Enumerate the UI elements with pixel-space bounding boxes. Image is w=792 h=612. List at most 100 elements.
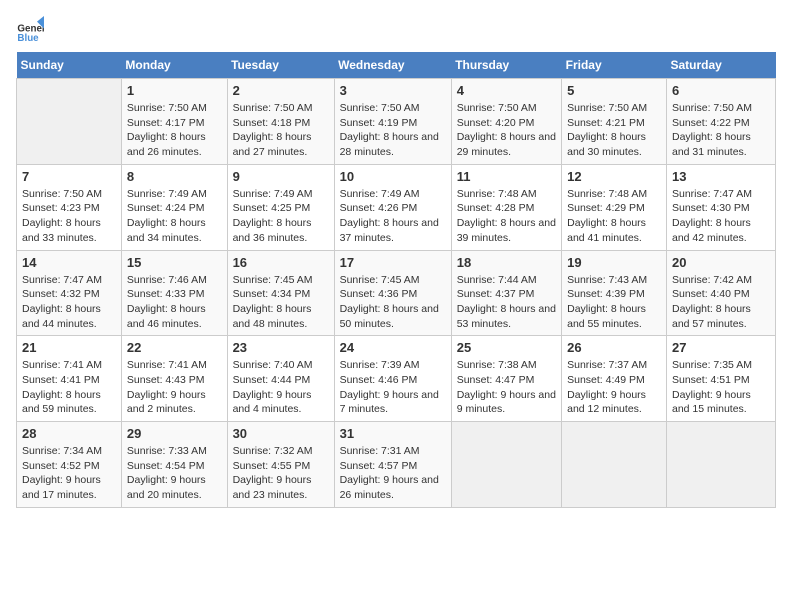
calendar-cell: 4 Sunrise: 7:50 AM Sunset: 4:20 PM Dayli…: [451, 79, 561, 165]
day-info: Sunrise: 7:49 AM Sunset: 4:25 PM Dayligh…: [233, 187, 329, 246]
sunrise-text: Sunrise: 7:50 AM: [233, 102, 313, 114]
day-number: 5: [567, 83, 661, 98]
daylight-text: Daylight: 8 hours and 53 minutes.: [457, 303, 556, 330]
day-info: Sunrise: 7:50 AM Sunset: 4:17 PM Dayligh…: [127, 101, 222, 160]
day-number: 18: [457, 255, 556, 270]
sunset-text: Sunset: 4:17 PM: [127, 117, 205, 129]
calendar-cell: 6 Sunrise: 7:50 AM Sunset: 4:22 PM Dayli…: [667, 79, 776, 165]
daylight-text: Daylight: 8 hours and 27 minutes.: [233, 131, 312, 158]
daylight-text: Daylight: 8 hours and 55 minutes.: [567, 303, 646, 330]
daylight-text: Daylight: 8 hours and 34 minutes.: [127, 217, 206, 244]
daylight-text: Daylight: 8 hours and 29 minutes.: [457, 131, 556, 158]
daylight-text: Daylight: 8 hours and 48 minutes.: [233, 303, 312, 330]
day-number: 3: [340, 83, 446, 98]
sunset-text: Sunset: 4:43 PM: [127, 374, 205, 386]
day-info: Sunrise: 7:47 AM Sunset: 4:30 PM Dayligh…: [672, 187, 770, 246]
daylight-text: Daylight: 8 hours and 57 minutes.: [672, 303, 751, 330]
calendar-cell: [667, 422, 776, 508]
daylight-text: Daylight: 8 hours and 42 minutes.: [672, 217, 751, 244]
sunrise-text: Sunrise: 7:50 AM: [22, 188, 102, 200]
sunset-text: Sunset: 4:21 PM: [567, 117, 645, 129]
sunrise-text: Sunrise: 7:34 AM: [22, 445, 102, 457]
calendar-week-row: 28 Sunrise: 7:34 AM Sunset: 4:52 PM Dayl…: [17, 422, 776, 508]
sunrise-text: Sunrise: 7:45 AM: [233, 274, 313, 286]
day-info: Sunrise: 7:38 AM Sunset: 4:47 PM Dayligh…: [457, 358, 556, 417]
calendar-cell: 18 Sunrise: 7:44 AM Sunset: 4:37 PM Dayl…: [451, 250, 561, 336]
calendar-cell: 19 Sunrise: 7:43 AM Sunset: 4:39 PM Dayl…: [562, 250, 667, 336]
day-number: 14: [22, 255, 116, 270]
sunset-text: Sunset: 4:19 PM: [340, 117, 418, 129]
day-number: 13: [672, 169, 770, 184]
day-info: Sunrise: 7:39 AM Sunset: 4:46 PM Dayligh…: [340, 358, 446, 417]
sunrise-text: Sunrise: 7:47 AM: [22, 274, 102, 286]
calendar-week-row: 21 Sunrise: 7:41 AM Sunset: 4:41 PM Dayl…: [17, 336, 776, 422]
daylight-text: Daylight: 8 hours and 31 minutes.: [672, 131, 751, 158]
sunset-text: Sunset: 4:44 PM: [233, 374, 311, 386]
sunset-text: Sunset: 4:25 PM: [233, 202, 311, 214]
day-info: Sunrise: 7:48 AM Sunset: 4:29 PM Dayligh…: [567, 187, 661, 246]
day-number: 1: [127, 83, 222, 98]
day-number: 16: [233, 255, 329, 270]
sunrise-text: Sunrise: 7:47 AM: [672, 188, 752, 200]
day-header-tuesday: Tuesday: [227, 52, 334, 79]
day-info: Sunrise: 7:44 AM Sunset: 4:37 PM Dayligh…: [457, 273, 556, 332]
sunset-text: Sunset: 4:18 PM: [233, 117, 311, 129]
sunrise-text: Sunrise: 7:35 AM: [672, 359, 752, 371]
calendar-cell: 15 Sunrise: 7:46 AM Sunset: 4:33 PM Dayl…: [121, 250, 227, 336]
sunset-text: Sunset: 4:51 PM: [672, 374, 750, 386]
sunrise-text: Sunrise: 7:33 AM: [127, 445, 207, 457]
day-number: 8: [127, 169, 222, 184]
daylight-text: Daylight: 9 hours and 9 minutes.: [457, 389, 556, 416]
svg-text:Blue: Blue: [17, 33, 39, 44]
calendar-cell: 14 Sunrise: 7:47 AM Sunset: 4:32 PM Dayl…: [17, 250, 122, 336]
calendar-cell: 10 Sunrise: 7:49 AM Sunset: 4:26 PM Dayl…: [334, 164, 451, 250]
sunset-text: Sunset: 4:28 PM: [457, 202, 535, 214]
daylight-text: Daylight: 9 hours and 23 minutes.: [233, 474, 312, 501]
sunset-text: Sunset: 4:46 PM: [340, 374, 418, 386]
day-info: Sunrise: 7:49 AM Sunset: 4:26 PM Dayligh…: [340, 187, 446, 246]
daylight-text: Daylight: 8 hours and 41 minutes.: [567, 217, 646, 244]
day-info: Sunrise: 7:45 AM Sunset: 4:34 PM Dayligh…: [233, 273, 329, 332]
calendar-cell: 26 Sunrise: 7:37 AM Sunset: 4:49 PM Dayl…: [562, 336, 667, 422]
day-info: Sunrise: 7:50 AM Sunset: 4:19 PM Dayligh…: [340, 101, 446, 160]
calendar-cell: [451, 422, 561, 508]
day-number: 25: [457, 340, 556, 355]
day-number: 27: [672, 340, 770, 355]
sunset-text: Sunset: 4:32 PM: [22, 288, 100, 300]
day-info: Sunrise: 7:42 AM Sunset: 4:40 PM Dayligh…: [672, 273, 770, 332]
day-number: 30: [233, 426, 329, 441]
day-number: 23: [233, 340, 329, 355]
sunset-text: Sunset: 4:22 PM: [672, 117, 750, 129]
daylight-text: Daylight: 9 hours and 15 minutes.: [672, 389, 751, 416]
calendar-cell: 24 Sunrise: 7:39 AM Sunset: 4:46 PM Dayl…: [334, 336, 451, 422]
calendar-cell: 11 Sunrise: 7:48 AM Sunset: 4:28 PM Dayl…: [451, 164, 561, 250]
calendar-header-row: SundayMondayTuesdayWednesdayThursdayFrid…: [17, 52, 776, 79]
calendar-cell: 29 Sunrise: 7:33 AM Sunset: 4:54 PM Dayl…: [121, 422, 227, 508]
day-number: 2: [233, 83, 329, 98]
calendar-week-row: 14 Sunrise: 7:47 AM Sunset: 4:32 PM Dayl…: [17, 250, 776, 336]
sunset-text: Sunset: 4:34 PM: [233, 288, 311, 300]
day-info: Sunrise: 7:33 AM Sunset: 4:54 PM Dayligh…: [127, 444, 222, 503]
day-number: 9: [233, 169, 329, 184]
day-info: Sunrise: 7:32 AM Sunset: 4:55 PM Dayligh…: [233, 444, 329, 503]
daylight-text: Daylight: 8 hours and 36 minutes.: [233, 217, 312, 244]
sunset-text: Sunset: 4:41 PM: [22, 374, 100, 386]
day-number: 22: [127, 340, 222, 355]
day-number: 17: [340, 255, 446, 270]
daylight-text: Daylight: 8 hours and 59 minutes.: [22, 389, 101, 416]
day-number: 15: [127, 255, 222, 270]
calendar-cell: 17 Sunrise: 7:45 AM Sunset: 4:36 PM Dayl…: [334, 250, 451, 336]
calendar-cell: 1 Sunrise: 7:50 AM Sunset: 4:17 PM Dayli…: [121, 79, 227, 165]
calendar-cell: 22 Sunrise: 7:41 AM Sunset: 4:43 PM Dayl…: [121, 336, 227, 422]
day-info: Sunrise: 7:40 AM Sunset: 4:44 PM Dayligh…: [233, 358, 329, 417]
sunset-text: Sunset: 4:23 PM: [22, 202, 100, 214]
day-number: 20: [672, 255, 770, 270]
daylight-text: Daylight: 8 hours and 44 minutes.: [22, 303, 101, 330]
sunset-text: Sunset: 4:47 PM: [457, 374, 535, 386]
sunrise-text: Sunrise: 7:37 AM: [567, 359, 647, 371]
sunrise-text: Sunrise: 7:32 AM: [233, 445, 313, 457]
calendar-cell: 16 Sunrise: 7:45 AM Sunset: 4:34 PM Dayl…: [227, 250, 334, 336]
sunrise-text: Sunrise: 7:50 AM: [127, 102, 207, 114]
calendar-week-row: 7 Sunrise: 7:50 AM Sunset: 4:23 PM Dayli…: [17, 164, 776, 250]
sunrise-text: Sunrise: 7:41 AM: [22, 359, 102, 371]
